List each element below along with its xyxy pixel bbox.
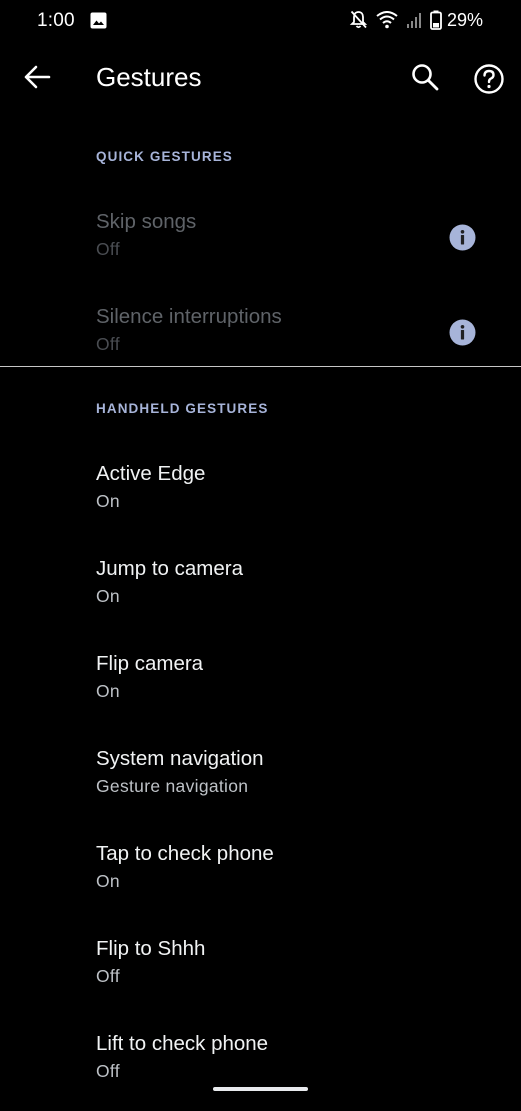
section-divider [0, 366, 521, 367]
pref-title: Silence interruptions [96, 305, 282, 328]
pref-jump-to-camera[interactable]: Jump to camera On [0, 541, 521, 636]
pref-summary: On [96, 586, 120, 606]
pref-title: Tap to check phone [96, 842, 274, 865]
pref-skip-songs[interactable]: Skip songs Off [0, 194, 521, 289]
pref-summary: On [96, 871, 120, 891]
battery-icon [430, 10, 442, 30]
gesture-nav-handle[interactable] [213, 1087, 308, 1091]
pref-title: Flip to Shhh [96, 937, 206, 960]
battery-percent: 29% [446, 9, 483, 30]
pref-title: Skip songs [96, 210, 197, 233]
status-bar: 1:00 29% [0, 0, 521, 42]
section-header-handheld-gestures: HANDHELD GESTURES [96, 401, 269, 416]
pref-summary: Off [96, 966, 120, 986]
pref-tap-to-check-phone[interactable]: Tap to check phone On [0, 826, 521, 921]
pref-summary: Off [96, 334, 120, 354]
wifi-icon [376, 11, 398, 29]
pref-title: Lift to check phone [96, 1032, 269, 1055]
pref-flip-camera[interactable]: Flip camera On [0, 636, 521, 731]
notifications-off-icon [349, 10, 368, 29]
section-header-quick-gestures: QUICK GESTURES [96, 149, 233, 164]
pref-flip-to-shhh[interactable]: Flip to Shhh Off [0, 921, 521, 1016]
page-title: Gestures [96, 62, 202, 92]
help-icon[interactable] [473, 63, 505, 95]
pref-silence-interruptions[interactable]: Silence interruptions Off [0, 289, 521, 384]
pref-summary: Off [96, 239, 120, 259]
app-bar: Gestures [0, 42, 521, 114]
image-icon [90, 12, 107, 29]
back-arrow-icon[interactable] [22, 62, 52, 92]
status-icons: 29% [349, 8, 483, 32]
pref-summary: On [96, 491, 120, 511]
pref-active-edge[interactable]: Active Edge On [0, 446, 521, 541]
pref-title: Jump to camera [96, 557, 243, 580]
pref-summary: Gesture navigation [96, 776, 249, 796]
info-icon[interactable] [449, 224, 476, 251]
pref-title: System navigation [96, 747, 264, 770]
pref-system-navigation[interactable]: System navigation Gesture navigation [0, 731, 521, 826]
info-icon[interactable] [449, 319, 476, 346]
search-icon[interactable] [410, 62, 440, 92]
pref-summary: On [96, 681, 120, 701]
pref-title: Flip camera [96, 652, 204, 675]
status-time: 1:00 [37, 10, 75, 31]
signal-icon [406, 13, 421, 28]
pref-lift-to-check-phone[interactable]: Lift to check phone Off [0, 1016, 521, 1111]
pref-title: Active Edge [96, 462, 206, 485]
pref-summary: Off [96, 1061, 120, 1081]
